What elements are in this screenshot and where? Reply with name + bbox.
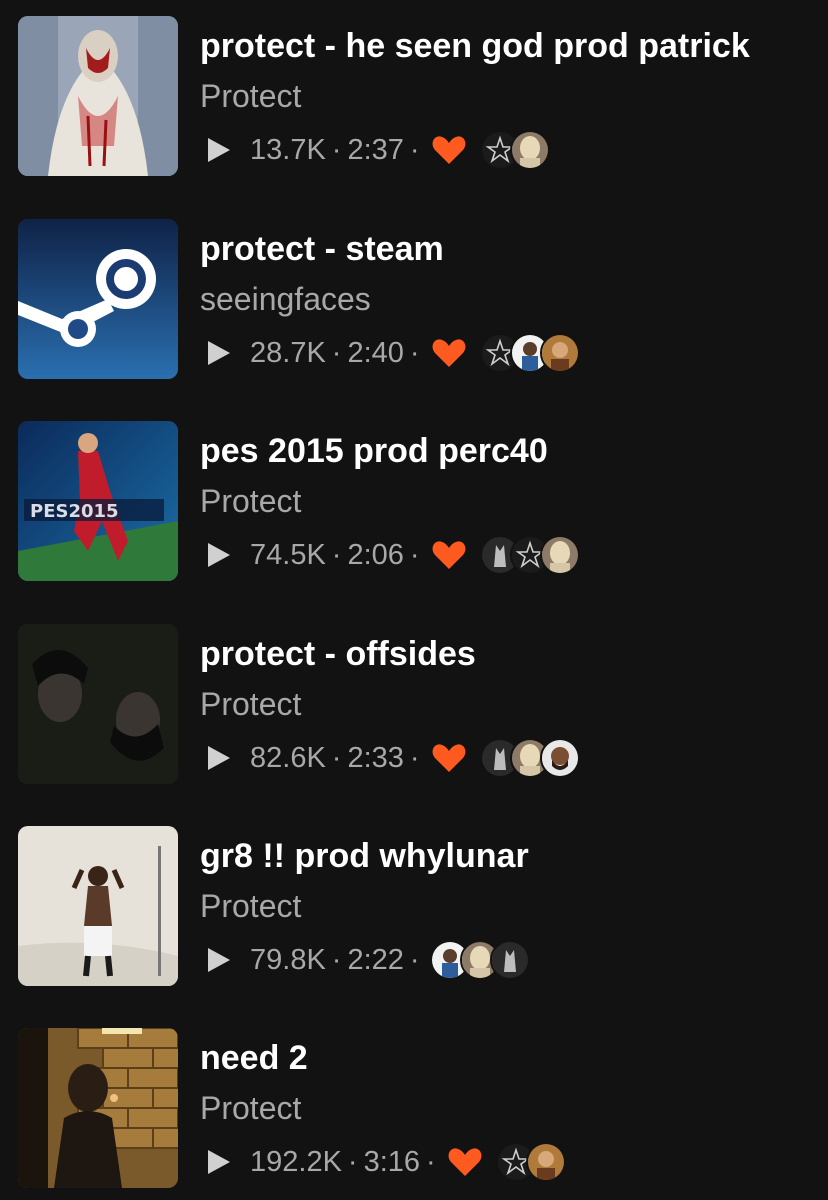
liker-avatars[interactable] (479, 130, 550, 170)
track-title[interactable]: protect - steam (200, 229, 444, 269)
cover-art-soccer-game[interactable]: PES2015 (18, 421, 178, 581)
track-title[interactable]: need 2 (200, 1038, 308, 1078)
play-count: 79.8K (250, 943, 326, 976)
track-artist[interactable]: Protect (200, 77, 301, 115)
track-duration: 3:16 (363, 1145, 421, 1178)
liker-avatars[interactable] (495, 1142, 566, 1182)
separator: · (409, 336, 420, 369)
avatar (539, 535, 580, 575)
avatar (539, 738, 580, 778)
track-meta: 13.7K · 2:37 · (208, 128, 550, 172)
heart-icon[interactable] (432, 135, 466, 165)
heart-icon[interactable] (432, 338, 466, 368)
separator: · (409, 538, 420, 571)
heart-icon[interactable] (448, 1147, 482, 1177)
separator: · (409, 943, 420, 976)
play-count: 74.5K (250, 538, 326, 571)
track-row[interactable]: need 2 Protect 192.2K · 3:16 · (0, 1028, 828, 1190)
track-title[interactable]: protect - offsides (200, 634, 476, 674)
track-list: protect - he seen god prod patrick Prote… (0, 0, 828, 1200)
separator: · (331, 943, 342, 976)
track-artist[interactable]: Protect (200, 887, 301, 925)
play-icon (208, 138, 230, 162)
liker-avatars[interactable] (479, 333, 580, 373)
play-icon (208, 746, 230, 770)
separator: · (426, 1145, 436, 1178)
track-row[interactable]: protect - steam seeingfaces 28.7K · 2:40… (0, 219, 828, 381)
play-count: 13.7K (250, 133, 326, 166)
cover-art-steam-logo[interactable] (18, 219, 178, 379)
track-row[interactable]: protect - offsides Protect 82.6K · 2:33 … (0, 624, 828, 786)
separator: · (331, 741, 342, 774)
separator: · (331, 133, 342, 166)
separator: · (331, 336, 342, 369)
play-count: 192.2K (250, 1145, 342, 1178)
track-artist[interactable]: Protect (200, 685, 301, 723)
separator: · (331, 538, 342, 571)
liker-avatars[interactable] (479, 738, 580, 778)
cover-art-brick-wall[interactable] (18, 1028, 178, 1188)
play-icon (208, 543, 230, 567)
separator: · (409, 741, 420, 774)
track-duration: 2:33 (347, 741, 404, 774)
track-duration: 2:40 (347, 336, 404, 369)
avatar (525, 1142, 566, 1182)
track-meta: 79.8K · 2:22 · (208, 938, 530, 982)
play-icon (208, 1150, 230, 1174)
svg-text:PES2015: PES2015 (30, 501, 119, 522)
track-artist[interactable]: Protect (200, 482, 301, 520)
heart-icon[interactable] (432, 540, 466, 570)
liker-avatars[interactable] (479, 535, 580, 575)
avatar (509, 130, 550, 170)
track-title[interactable]: pes 2015 prod perc40 (200, 431, 548, 471)
track-meta: 74.5K · 2:06 · (208, 533, 580, 577)
cover-art-studio-figure[interactable] (18, 826, 178, 986)
separator: · (347, 1145, 358, 1178)
track-duration: 2:22 (347, 943, 404, 976)
heart-icon[interactable] (432, 743, 466, 773)
cover-art-mirrored-face[interactable] (18, 624, 178, 784)
track-row[interactable]: gr8 !! prod whylunar Protect 79.8K · 2:2… (0, 826, 828, 988)
avatar (489, 940, 530, 980)
play-count: 82.6K (250, 741, 326, 774)
track-duration: 2:37 (347, 133, 404, 166)
avatar (539, 333, 580, 373)
track-row[interactable]: PES2015 pes 2015 prod perc40 Protect 74.… (0, 421, 828, 583)
play-icon (208, 341, 230, 365)
track-artist[interactable]: Protect (200, 1089, 301, 1127)
track-row[interactable]: protect - he seen god prod patrick Prote… (0, 16, 828, 178)
play-count: 28.7K (250, 336, 326, 369)
track-meta: 192.2K · 3:16 · (208, 1140, 566, 1184)
track-title[interactable]: protect - he seen god prod patrick (200, 26, 750, 66)
play-icon (208, 948, 230, 972)
cover-art-statue[interactable] (18, 16, 178, 176)
track-title[interactable]: gr8 !! prod whylunar (200, 836, 529, 876)
track-meta: 82.6K · 2:33 · (208, 736, 580, 780)
track-meta: 28.7K · 2:40 · (208, 331, 580, 375)
track-artist[interactable]: seeingfaces (200, 280, 371, 318)
liker-avatars[interactable] (429, 940, 530, 980)
separator: · (409, 133, 420, 166)
track-duration: 2:06 (347, 538, 404, 571)
